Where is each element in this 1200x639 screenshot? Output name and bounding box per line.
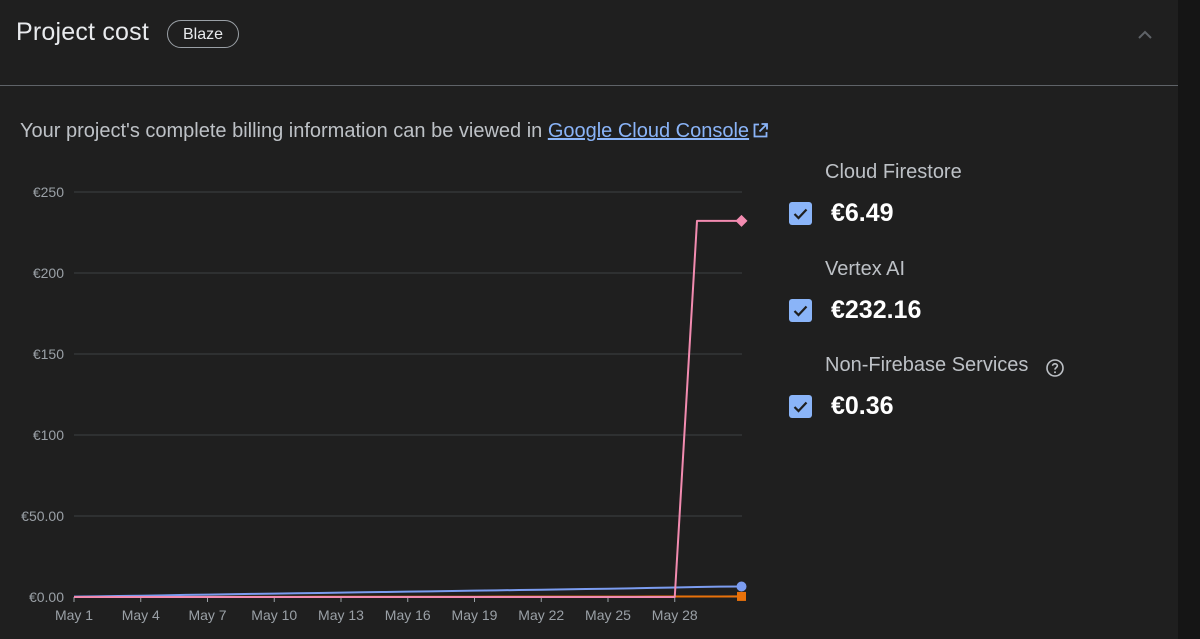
series-line-vertex-ai — [74, 219, 742, 598]
x-tick-label: May 25 — [585, 607, 631, 623]
x-tick-label: May 7 — [188, 607, 226, 623]
cloud-console-link[interactable]: Google Cloud Console — [548, 120, 749, 142]
legend-label-cloud-firestore: Cloud Firestore — [825, 161, 962, 183]
x-tick-label: May 4 — [122, 607, 160, 623]
series-end-marker — [735, 214, 748, 227]
y-tick-label: €250 — [33, 184, 64, 200]
legend-checkbox-vertex-ai[interactable] — [789, 299, 812, 322]
legend-label-non-firebase-services: Non-Firebase Services — [825, 354, 1029, 376]
series-end-marker — [736, 581, 747, 592]
legend-value-cloud-firestore: €6.49 — [831, 199, 894, 227]
x-tick-label: May 10 — [251, 607, 297, 623]
series-end-marker — [737, 591, 746, 601]
x-tick-label: May 13 — [318, 607, 364, 623]
legend-checkbox-cloud-firestore[interactable] — [789, 202, 812, 225]
x-tick-label: May 16 — [385, 607, 431, 623]
card-header: Project cost Blaze — [0, 0, 1178, 86]
chevron-up-icon — [1138, 30, 1152, 39]
x-tick-label: May 22 — [518, 607, 564, 623]
help-circle-icon[interactable] — [1045, 358, 1065, 378]
legend-checkbox-non-firebase-services[interactable] — [789, 395, 812, 418]
plan-badge: Blaze — [167, 20, 240, 48]
x-tick-label: May 28 — [652, 607, 698, 623]
legend-label-vertex-ai: Vertex AI — [825, 258, 906, 280]
y-tick-label: €100 — [33, 427, 64, 443]
check-icon — [793, 305, 808, 317]
y-tick-label: €200 — [33, 265, 64, 281]
legend-value-non-firebase-services: €0.36 — [831, 392, 894, 420]
cost-chart: €0.00 €50.00 €100 €150 €200 €250 May 1 May 4 Ma… — [21, 184, 748, 623]
x-tick-label: May 1 — [55, 607, 93, 623]
y-tick-label: €50.00 — [21, 508, 64, 524]
check-icon — [793, 208, 808, 220]
x-tick-label: May 19 — [452, 607, 498, 623]
page-title: Project cost — [16, 18, 150, 46]
billing-info-text: Your project's complete billing informat… — [20, 120, 769, 143]
legend-value-vertex-ai: €232.16 — [831, 296, 922, 324]
scrollbar-track[interactable] — [1178, 0, 1200, 639]
check-icon — [793, 401, 808, 413]
series-line-cloud-firestore — [73, 585, 742, 598]
y-tick-label: €150 — [33, 346, 64, 362]
y-tick-label: €0.00 — [29, 589, 64, 605]
collapse-button[interactable] — [1130, 20, 1160, 50]
project-cost-card: Project cost Blaze Your project's comple… — [0, 0, 1200, 639]
billing-info-prefix: Your project's complete billing informat… — [20, 120, 548, 142]
open-in-new-icon[interactable] — [752, 122, 769, 139]
